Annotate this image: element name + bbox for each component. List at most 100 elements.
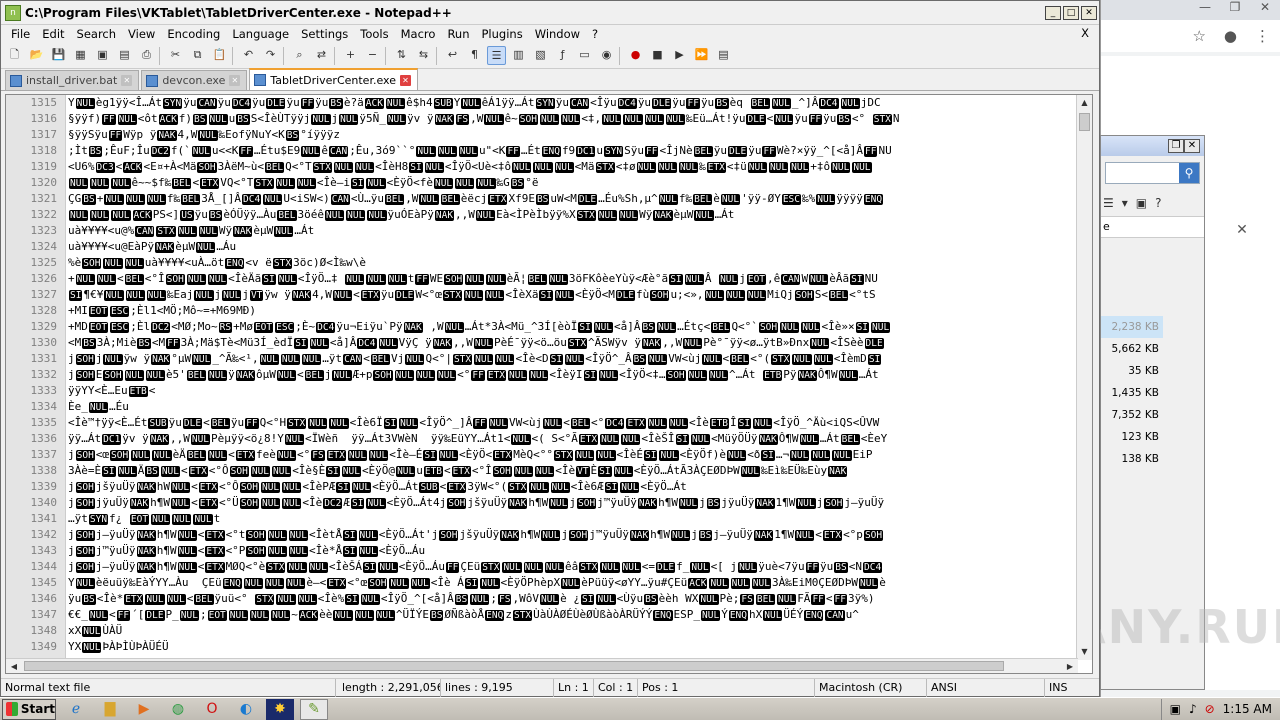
code-line[interactable]: …ÿt SYN f¿ EOT NUL NUL NUL t	[68, 511, 1078, 527]
code-line[interactable]: 3Àè=È SI NUL Ä BS NUL < ETX <°Ô SOH NUL NUL <Îè§È SI N…	[68, 463, 1078, 479]
editor-content[interactable]: Y NUL èg1ÿÿ<Î…Át SYN ÿu CAN ÿu DC4 ÿu DLE ÿu FF ÿu BS…	[68, 95, 1078, 660]
view-icon[interactable]: ☰	[1103, 196, 1114, 210]
chrome-icon[interactable]: ◍	[164, 699, 192, 720]
maximize-icon[interactable]: □	[1063, 5, 1079, 20]
volume-icon[interactable]: ♪	[1189, 702, 1197, 716]
undo-icon[interactable]: ↶	[239, 46, 258, 65]
folder-workspace-icon[interactable]: ▭	[575, 46, 594, 65]
cut-icon[interactable]: ✂	[166, 46, 185, 65]
stop-macro-icon[interactable]: ■	[648, 46, 667, 65]
code-line[interactable]: uà¥¥¥¥<u@% CAN STX NUL NUL Wÿ NAK èµW NUL …Át	[68, 223, 1078, 239]
code-line[interactable]: j SOH jšÿuÜÿ NAK hW NUL < ETX <°Ô SOH NUL NUL <ÎèPÆ S…	[68, 479, 1078, 495]
code-line[interactable]: ÿu BS <Îè* ETX NUL NUL < BEL ÿuü<° STX NUL NUL <Îè%…	[68, 591, 1078, 607]
ie-icon[interactable]: ℯ	[62, 699, 90, 720]
code-line[interactable]: €€_ NUL < FF ´[DLE P_ NUL; EOT NUL NUL NUL ~ ACK èè NU…	[68, 607, 1078, 623]
search-icon[interactable]: ⚲	[1179, 163, 1199, 183]
replace-icon[interactable]: ⇄	[312, 46, 331, 65]
search-input[interactable]: ⚲	[1105, 162, 1200, 184]
star-icon[interactable]: ☆	[1192, 27, 1205, 45]
code-line[interactable]: +MI EOT ESC ;Èl1<MÖ;Mô~=+M69MÐ)	[68, 303, 1078, 319]
close-icon[interactable]: ✕	[1184, 139, 1200, 153]
folder-icon[interactable]: ▇	[96, 699, 124, 720]
code-line[interactable]: j SOH E SOH NUL NUL è5' BEL NUL ÿ NAK ôµW NUL < BEL j NU…	[68, 367, 1078, 383]
clock[interactable]: 1:15 AM	[1223, 702, 1272, 716]
code-line[interactable]: j SOH <œ SOH NUL NUL èÄ BEL NUL < ETX feè NUL <° FS ETX…	[68, 447, 1078, 463]
menu-settings[interactable]: Settings	[295, 27, 354, 41]
notepad-app-icon[interactable]: n	[5, 4, 21, 21]
list-item[interactable]: 5,662 KB	[1101, 338, 1163, 360]
notepad-plus-plus-task[interactable]: ✎	[300, 698, 328, 720]
minimize-icon[interactable]: —	[1190, 0, 1220, 20]
restore-icon[interactable]: ❐	[1168, 139, 1184, 153]
code-line[interactable]: YX NUL ÞÀÞÌÙÞÀÜÉÜ	[68, 639, 1078, 655]
code-line[interactable]: %è SOH NUL NUL uà¥¥¥¥<uÀ…öt ENQ <v ë STX 3öc)Ø<Ì…	[68, 255, 1078, 271]
code-line[interactable]: <Îè™†ÿÿ<È…Ét SUB ÿu DLE < BEL ÿu FF Q<°H STX NUL NU…	[68, 415, 1078, 431]
scroll-left-icon[interactable]: ◀	[6, 659, 22, 673]
vertical-scrollbar[interactable]: ▲ ▼	[1076, 95, 1092, 660]
code-line[interactable]: ÿÿYY<È…Eu ETB <	[68, 383, 1078, 399]
redo-icon[interactable]: ↷	[261, 46, 280, 65]
code-line[interactable]: Èe_ NUL …Éu	[68, 399, 1078, 415]
scroll-up-icon[interactable]: ▲	[1077, 95, 1092, 111]
code-line[interactable]: ;Ìt BS ;ÊuF;Îu DC2 f(` NUL u<<K FF …Étu$E9 NUL ê CA…	[68, 143, 1078, 159]
code-line[interactable]: j SOH jÿuÜÿ NAK h¶W NUL < ETX <°Ü SOH NUL NUL <Îè DC2…	[68, 495, 1078, 511]
close-tab-icon[interactable]: ✕	[399, 74, 411, 86]
network-icon[interactable]: ▣	[1170, 702, 1181, 716]
menu-macro[interactable]: Macro	[395, 27, 442, 41]
code-line[interactable]: j SOH j—ÿuÜÿ NAK h¶W NUL < ETX <°t SOH NUL NUL <ÎètÅ…	[68, 527, 1078, 543]
sync-vertical-icon[interactable]: ⇅	[392, 46, 411, 65]
media-player-icon[interactable]: ▶	[130, 699, 158, 720]
code-line[interactable]: j SOH j—ÿuÜÿ NAK h¶W NUL < ETX MØQ<°è STX NUL NUL <Î…	[68, 559, 1078, 575]
sync-horizontal-icon[interactable]: ⇆	[414, 46, 433, 65]
paste-icon[interactable]: 📋	[210, 46, 229, 65]
copy-icon[interactable]: ⧉	[188, 46, 207, 65]
list-item[interactable]: 138 KB	[1101, 448, 1163, 470]
list-item[interactable]: 35 KB	[1101, 360, 1163, 382]
minimize-icon[interactable]: _	[1045, 5, 1061, 20]
close-icon[interactable]: ✕	[1250, 0, 1280, 20]
menu-plugins[interactable]: Plugins	[476, 27, 529, 41]
play-macro-icon[interactable]: ▶	[670, 46, 689, 65]
function-list-icon[interactable]: ƒ	[553, 46, 572, 65]
column-header[interactable]: e	[1101, 216, 1204, 238]
doc-map-icon[interactable]: ▧	[531, 46, 550, 65]
code-line[interactable]: + NUL NUL < BEL <°Î SOH NUL NUL <ÎèÄã SI NUL <ÎÿÖ…‡ …	[68, 271, 1078, 287]
code-line[interactable]: ÇG BS + NUL NUL NUL f‰ BEL 3Å_[]Â DC4 NUL U<iSW<) CA…	[68, 191, 1078, 207]
code-line[interactable]: Y NUL èg1ÿÿ<Î…Át SYN ÿu CAN ÿu DC4 ÿu DLE ÿu FF ÿu BS…	[68, 95, 1078, 111]
menu-encoding[interactable]: Encoding	[161, 27, 226, 41]
code-line[interactable]: <M BS 3À;Miè BS <M FF 3À;Mä$Tè<Mü3Í_èdÏ SI NUL <å…	[68, 335, 1078, 351]
status-eol[interactable]: Macintosh (CR)	[815, 679, 927, 697]
close-all-icon[interactable]: ▤	[115, 46, 134, 65]
close-icon[interactable]: ✕	[1081, 5, 1097, 20]
menu-file[interactable]: File	[5, 27, 36, 41]
record-macro-icon[interactable]: ●	[626, 46, 645, 65]
security-icon[interactable]: ⊘	[1205, 702, 1215, 716]
chevron-down-icon[interactable]: ▾	[1122, 196, 1128, 210]
monitoring-icon[interactable]: ◉	[597, 46, 616, 65]
menu-tools[interactable]: Tools	[354, 27, 394, 41]
account-icon[interactable]: ●	[1224, 27, 1237, 45]
close-document-icon[interactable]: X	[1081, 26, 1089, 40]
list-item[interactable]: 1,435 KB	[1101, 382, 1163, 404]
udl-icon[interactable]: ▥	[509, 46, 528, 65]
status-encoding[interactable]: ANSI	[927, 679, 1045, 697]
tab-devcon[interactable]: devcon.exe ✕	[141, 70, 248, 90]
code-line[interactable]: +MD EOT ESC ;Èl DC2 <MØ;Mo~ RS +Mø EOT ESC ;È~ DC4 ÿ…	[68, 319, 1078, 335]
save-all-icon[interactable]: ▦	[71, 46, 90, 65]
edge-icon[interactable]: ◐	[232, 699, 260, 720]
code-line[interactable]: xX NUL ÙÀÜ	[68, 623, 1078, 639]
save-icon[interactable]: 💾	[49, 46, 68, 65]
code-line[interactable]: <U6% DC3 < ACK <E¤+À<Mä SOH 3ÀëM~ù< BEL Q<°T STX N…	[68, 159, 1078, 175]
code-line[interactable]: §ÿÿSÿu FF Wÿp ÿ NAK 4,W NUL ‰EofÿNuY<K BS °íÿÿÿz	[68, 127, 1078, 143]
save-macro-icon[interactable]: ▤	[714, 46, 733, 65]
show-all-chars-icon[interactable]: ¶	[465, 46, 484, 65]
close-tab-icon[interactable]: ✕	[229, 75, 241, 86]
close-file-icon[interactable]: ▣	[93, 46, 112, 65]
zoom-in-icon[interactable]: +	[341, 46, 360, 65]
list-item[interactable]: 123 KB	[1101, 426, 1163, 448]
close-icon[interactable]: ✕	[1232, 220, 1252, 240]
opera-icon[interactable]: O	[198, 699, 226, 720]
menu-search[interactable]: Search	[71, 27, 123, 41]
code-line[interactable]: uà¥¥¥¥<u@EàPÿ NAK èµW NUL …Áu	[68, 239, 1078, 255]
code-line[interactable]: j SOH j™ÿuÜÿ NAK h¶W NUL < ETX <°P SOH NUL NUL <Îè*Å…	[68, 543, 1078, 559]
